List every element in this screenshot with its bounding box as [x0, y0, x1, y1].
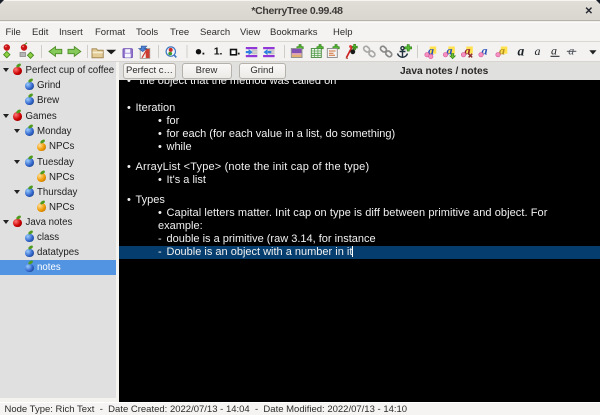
svg-text:a: a	[518, 44, 525, 59]
svg-text:a: a	[551, 44, 557, 58]
svg-text:a: a	[568, 44, 574, 58]
svg-text:a: a	[535, 44, 541, 58]
svg-text:1.: 1.	[214, 46, 223, 58]
